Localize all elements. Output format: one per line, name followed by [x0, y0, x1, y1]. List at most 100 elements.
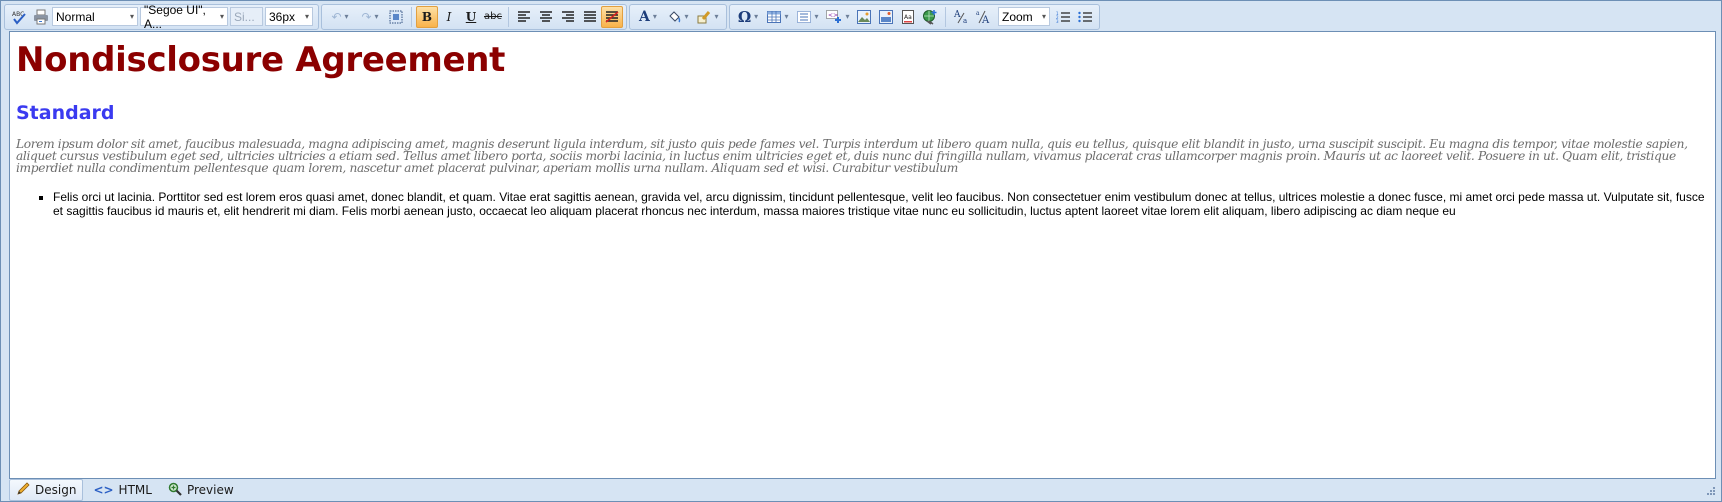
font-size-name-value: Si... — [234, 9, 255, 24]
align-none-button[interactable] — [601, 5, 623, 28]
paint-bucket-icon — [669, 10, 681, 23]
align-center-button[interactable] — [535, 6, 557, 28]
align-right-icon — [562, 10, 574, 22]
resize-grip-icon[interactable] — [1705, 487, 1715, 497]
font-size-name-select[interactable]: Si... — [230, 7, 263, 26]
background-color-button[interactable] — [663, 6, 693, 28]
paragraph-format-value: Normal — [56, 9, 95, 24]
document-subtitle: Standard — [16, 102, 115, 124]
spellcheck-icon[interactable]: ABC — [8, 6, 30, 28]
redo-button[interactable]: ↷ — [355, 6, 385, 28]
zoom-value: Zoom — [1002, 9, 1033, 24]
tab-html-label: HTML — [118, 483, 152, 497]
svg-text:A: A — [981, 15, 990, 25]
chevron-down-icon: ▾ — [304, 12, 309, 21]
undo-icon: ↶ — [331, 9, 342, 24]
globe-link-icon — [923, 9, 937, 25]
tab-preview[interactable]: Preview — [162, 480, 240, 500]
bold-button[interactable]: B — [416, 5, 438, 28]
chevron-down-icon: ▾ — [219, 12, 224, 21]
svg-text:<>: <> — [828, 12, 838, 19]
insert-snippet-button[interactable]: <> — [823, 6, 853, 28]
list-item: Felis orci ut lacinia. Porttitor sed est… — [53, 190, 1711, 218]
paragraph-format-select[interactable]: Normal ▾ — [52, 7, 138, 26]
toolbar-separator — [508, 6, 509, 27]
redo-icon: ↷ — [361, 9, 372, 24]
toolbar-separator — [411, 6, 412, 27]
snippet-insert-icon: <> — [826, 9, 842, 23]
editor-content-area[interactable]: Nondisclosure Agreement Standard Lorem i… — [9, 31, 1716, 479]
font-family-value: "Segoe UI", A... — [144, 2, 206, 31]
image-map-icon — [879, 9, 893, 24]
insert-image-button[interactable] — [853, 6, 875, 28]
insert-list-box-button[interactable] — [793, 6, 823, 28]
italic-button[interactable]: I — [438, 6, 460, 28]
document-paragraph: Lorem ipsum dolor sit amet, faucibus mal… — [16, 137, 1688, 175]
magnifier-icon — [168, 482, 182, 499]
tab-design[interactable]: Design — [9, 479, 84, 501]
subscript-button[interactable]: aA — [972, 6, 994, 28]
strikethrough-button[interactable]: abc — [482, 6, 504, 28]
font-size-value: 36px — [269, 9, 296, 24]
print-icon[interactable] — [30, 6, 52, 28]
omega-icon: Ω — [737, 7, 752, 26]
mode-tabs: Design <> HTML Preview — [9, 479, 244, 501]
tab-html[interactable]: <> HTML — [87, 480, 158, 500]
align-right-button[interactable] — [557, 6, 579, 28]
toolbar-group-color: A — [629, 3, 727, 30]
underline-button[interactable]: U — [460, 6, 482, 28]
html-editor-window: ABC Normal ▾ "Segoe UI", A... ▾ Si... 36px… — [0, 0, 1722, 502]
italic-icon: I — [446, 9, 452, 24]
undo-button[interactable]: ↶ — [325, 6, 355, 28]
align-left-icon — [518, 10, 530, 22]
pencil-icon — [16, 481, 30, 499]
svg-text:a: a — [963, 17, 967, 25]
superscript-button[interactable]: Aa — [950, 6, 972, 28]
align-justify-button[interactable] — [579, 6, 601, 28]
insert-table-button[interactable] — [763, 6, 793, 28]
special-char-button[interactable]: Ω — [733, 6, 763, 28]
image-map-button[interactable] — [875, 6, 897, 28]
chevron-down-icon: ▾ — [1041, 12, 1046, 21]
align-left-button[interactable] — [513, 6, 535, 28]
svg-text:3: 3 — [1056, 19, 1059, 23]
svg-text:a: a — [976, 10, 980, 17]
code-icon: <> — [93, 483, 114, 497]
svg-text:A: A — [953, 10, 961, 20]
hyperlink-button[interactable] — [919, 6, 941, 28]
toolbar: ABC Normal ▾ "Segoe UI", A... ▾ Si... 36px… — [4, 3, 1102, 31]
align-justify-icon — [584, 10, 596, 22]
document-manager-button[interactable]: Aa — [897, 6, 919, 28]
zoom-select[interactable]: Zoom ▾ — [998, 7, 1050, 26]
align-center-icon — [540, 10, 552, 22]
bullet-list: Felis orci ut lacinia. Porttitor sed est… — [13, 190, 1711, 218]
format-painter-button[interactable] — [693, 6, 723, 28]
tab-preview-label: Preview — [186, 483, 234, 497]
brush-icon — [697, 10, 711, 23]
document-icon: Aa — [902, 9, 914, 24]
font-color-button[interactable]: A — [633, 6, 663, 28]
toolbar-separator — [945, 6, 946, 27]
form-element-icon — [797, 10, 812, 23]
align-none-icon — [605, 10, 619, 23]
subscript-icon: aA — [976, 10, 990, 25]
numbered-list-button[interactable]: 123 — [1052, 6, 1074, 28]
font-family-select[interactable]: "Segoe UI", A... ▾ — [140, 3, 228, 31]
bold-icon: B — [421, 9, 433, 24]
bulleted-list-button[interactable] — [1074, 6, 1096, 28]
numbered-list-icon: 123 — [1056, 11, 1070, 23]
font-color-icon: A — [639, 8, 650, 25]
document-body: Nondisclosure Agreement Standard Lorem i… — [10, 40, 1715, 218]
superscript-icon: Aa — [953, 10, 967, 25]
toolbar-group-main: ABC Normal ▾ "Segoe UI", A... ▾ Si... 36px… — [4, 3, 319, 31]
chevron-down-icon: ▾ — [129, 12, 134, 21]
table-icon — [767, 10, 782, 23]
image-icon — [857, 9, 871, 24]
underline-icon: U — [465, 9, 477, 24]
strikethrough-icon: abc — [484, 11, 502, 22]
font-size-select[interactable]: 36px ▾ — [265, 7, 313, 26]
toolbar-group-insert: Ω <> Aa Aa — [729, 3, 1100, 30]
select-all-button[interactable] — [385, 6, 407, 28]
toolbar-group-format: ↶ ↷ B I U abc — [321, 3, 627, 30]
select-all-icon — [389, 10, 403, 23]
